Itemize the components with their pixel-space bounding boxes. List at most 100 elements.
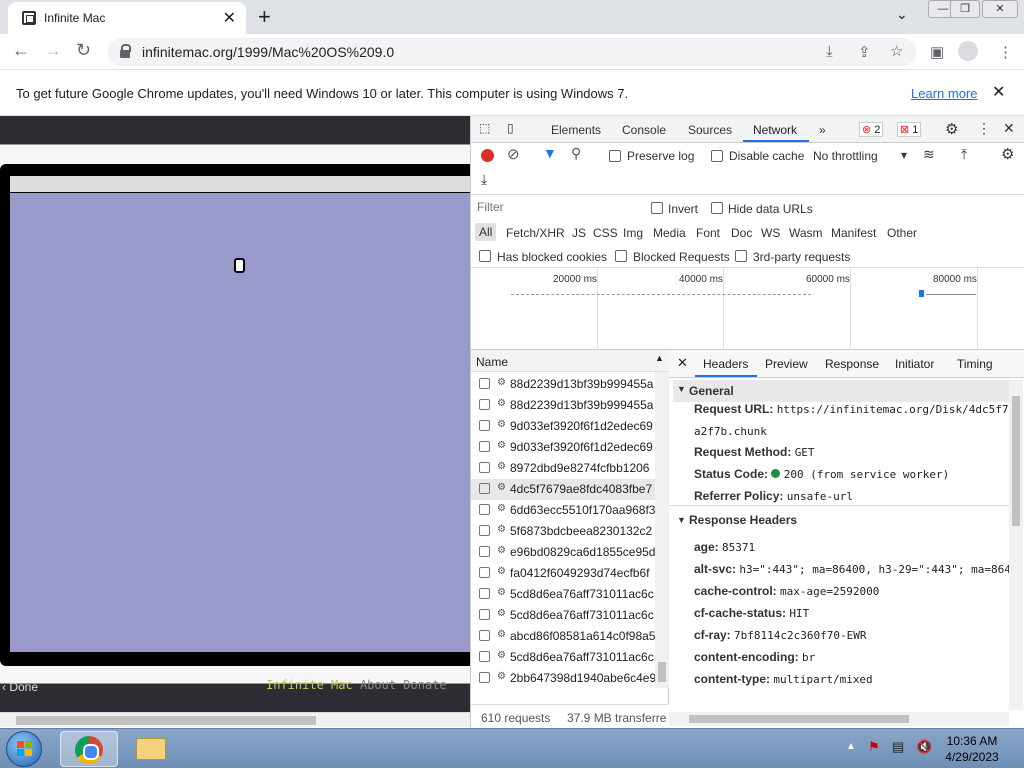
- scrollbar-thumb[interactable]: [689, 715, 909, 723]
- close-details-icon[interactable]: ✕: [677, 355, 688, 371]
- taskbar-explorer-button[interactable]: [122, 731, 180, 767]
- error-badge[interactable]: ⊗ 2: [859, 122, 884, 137]
- action-center-icon[interactable]: ⚑: [868, 739, 880, 755]
- record-icon[interactable]: [481, 149, 494, 162]
- menu-kebab-icon[interactable]: ⋮: [998, 43, 1013, 61]
- row-checkbox[interactable]: [479, 462, 490, 473]
- profile-avatar[interactable]: [958, 41, 978, 61]
- mac-desktop[interactable]: [10, 176, 470, 652]
- row-checkbox[interactable]: [479, 441, 490, 452]
- tab-headers[interactable]: Headers: [703, 357, 748, 371]
- address-bar[interactable]: infinitemac.org/1999/Mac%20OS%209.0 ⤓ ⇪ …: [108, 38, 916, 66]
- new-tab-button[interactable]: +: [258, 4, 271, 30]
- filter-type[interactable]: Fetch/XHR: [506, 226, 565, 240]
- scrollbar-thumb[interactable]: [658, 662, 666, 682]
- network-icon[interactable]: ▤: [892, 739, 904, 755]
- request-row[interactable]: ⚙ fa0412f6049293d74ecfb6f: [471, 563, 655, 584]
- request-row[interactable]: ⚙ abcd86f08581a614c0f98a5: [471, 626, 655, 647]
- request-row[interactable]: ⚙ 8972dbd9e8274fcfbb1206: [471, 458, 655, 479]
- request-row[interactable]: ⚙ 5f6873bdcbeea8230132c2: [471, 521, 655, 542]
- bookmark-star-icon[interactable]: ☆: [890, 42, 903, 60]
- request-row[interactable]: ⚙ 5cd8d6ea76aff731011ac6c: [471, 605, 655, 626]
- filter-type[interactable]: Img: [623, 226, 643, 240]
- upload-har-icon[interactable]: ⤒: [961, 146, 967, 163]
- row-checkbox[interactable]: [479, 651, 490, 662]
- filter-type[interactable]: Manifest: [831, 226, 876, 240]
- details-horizontal-scrollbar[interactable]: [669, 712, 1009, 726]
- device-toolbar-icon[interactable]: ▯: [507, 121, 514, 135]
- close-window-button[interactable]: ✕: [982, 0, 1018, 18]
- request-row[interactable]: ⚙ 88d2239d13bf39b999455a: [471, 395, 655, 416]
- filter-type[interactable]: Wasm: [789, 226, 823, 240]
- row-checkbox[interactable]: [479, 567, 490, 578]
- filter-funnel-icon[interactable]: ▼: [543, 145, 557, 161]
- row-checkbox[interactable]: [479, 630, 490, 641]
- filter-type[interactable]: WS: [761, 226, 780, 240]
- has-blocked-cookies-checkbox[interactable]: [479, 250, 491, 262]
- filter-type[interactable]: Doc: [731, 226, 752, 240]
- reload-icon[interactable]: ↻: [76, 40, 91, 61]
- tab-initiator[interactable]: Initiator: [895, 357, 934, 371]
- request-row[interactable]: ⚙ 9d033ef3920f6f1d2edec69: [471, 416, 655, 437]
- install-icon[interactable]: ⤓: [826, 43, 833, 60]
- taskbar-chrome-button[interactable]: [60, 731, 118, 767]
- row-checkbox[interactable]: [479, 378, 490, 389]
- network-settings-gear-icon[interactable]: ⚙: [1001, 145, 1014, 163]
- request-row[interactable]: ⚙ 5cd8d6ea76aff731011ac6c: [471, 647, 655, 668]
- issue-badge[interactable]: ⊠ 1: [897, 122, 922, 137]
- row-checkbox[interactable]: [479, 504, 490, 515]
- clear-icon[interactable]: ⊘: [507, 145, 520, 163]
- filter-type-all[interactable]: All: [475, 223, 497, 241]
- restore-button[interactable]: ❐: [950, 0, 980, 18]
- request-row[interactable]: ⚙ 88d2239d13bf39b999455a: [471, 374, 655, 395]
- footer-link[interactable]: About: [360, 678, 396, 692]
- tab-response[interactable]: Response: [825, 357, 879, 371]
- preserve-log-checkbox[interactable]: [609, 150, 621, 162]
- share-icon[interactable]: ⇪: [858, 43, 871, 61]
- clock[interactable]: 10:36 AM 4/29/2023: [942, 733, 1002, 765]
- request-row[interactable]: ⚙ e96bd0829ca6d1855ce95d: [471, 542, 655, 563]
- request-list-scrollbar[interactable]: [655, 372, 669, 688]
- footer-link[interactable]: Donate: [403, 678, 446, 692]
- forward-arrow-icon[interactable]: →: [44, 40, 62, 61]
- throttling-select[interactable]: No throttling: [813, 149, 878, 163]
- more-tabs-icon[interactable]: »: [819, 123, 826, 137]
- row-checkbox[interactable]: [479, 525, 490, 536]
- details-vertical-scrollbar[interactable]: [1009, 380, 1023, 710]
- inspect-element-icon[interactable]: ⬚: [479, 121, 490, 135]
- tab-console[interactable]: Console: [622, 123, 666, 137]
- settings-gear-icon[interactable]: ⚙: [945, 120, 958, 138]
- row-checkbox[interactable]: [479, 483, 490, 494]
- filter-type[interactable]: CSS: [593, 226, 618, 240]
- request-list-header[interactable]: Name ▲: [471, 350, 669, 372]
- show-hidden-icons[interactable]: ▲: [846, 741, 856, 752]
- request-row[interactable]: ⚙ 9d033ef3920f6f1d2edec69: [471, 437, 655, 458]
- filter-input[interactable]: [473, 198, 637, 216]
- tab-sources[interactable]: Sources: [688, 123, 732, 137]
- devtools-menu-icon[interactable]: ⋮: [977, 120, 991, 137]
- request-row[interactable]: ⚙ 2bb647398d1940abe6c4e9: [471, 668, 655, 689]
- page-horizontal-scrollbar[interactable]: [0, 712, 470, 727]
- tab-preview[interactable]: Preview: [765, 357, 808, 371]
- filter-type[interactable]: JS: [572, 226, 586, 240]
- network-overview-timeline[interactable]: 20000 ms 40000 ms 60000 ms 80000 ms: [471, 268, 1024, 350]
- scrollbar-thumb[interactable]: [1012, 396, 1020, 526]
- row-checkbox[interactable]: [479, 399, 490, 410]
- tab-timing[interactable]: Timing: [957, 357, 993, 371]
- close-infobar-icon[interactable]: ✕: [992, 82, 1005, 102]
- blocked-requests-checkbox[interactable]: [615, 250, 627, 262]
- search-icon[interactable]: ⚲: [571, 145, 581, 162]
- start-button[interactable]: [6, 731, 42, 767]
- close-tab-icon[interactable]: ✕: [223, 8, 236, 28]
- general-section-header[interactable]: ▼ General: [673, 380, 1009, 402]
- row-checkbox[interactable]: [479, 609, 490, 620]
- scrollbar-thumb[interactable]: [16, 716, 316, 725]
- filter-type[interactable]: Font: [696, 226, 720, 240]
- row-checkbox[interactable]: [479, 546, 490, 557]
- close-devtools-icon[interactable]: ✕: [1003, 120, 1015, 137]
- request-row[interactable]: ⚙ 5cd8d6ea76aff731011ac6c: [471, 584, 655, 605]
- filter-type[interactable]: Other: [887, 226, 917, 240]
- row-checkbox[interactable]: [479, 420, 490, 431]
- request-row[interactable]: ⚙ 4dc5f7679ae8fdc4083fbe7: [471, 479, 655, 500]
- footer-link[interactable]: Infinite Mac: [266, 678, 353, 692]
